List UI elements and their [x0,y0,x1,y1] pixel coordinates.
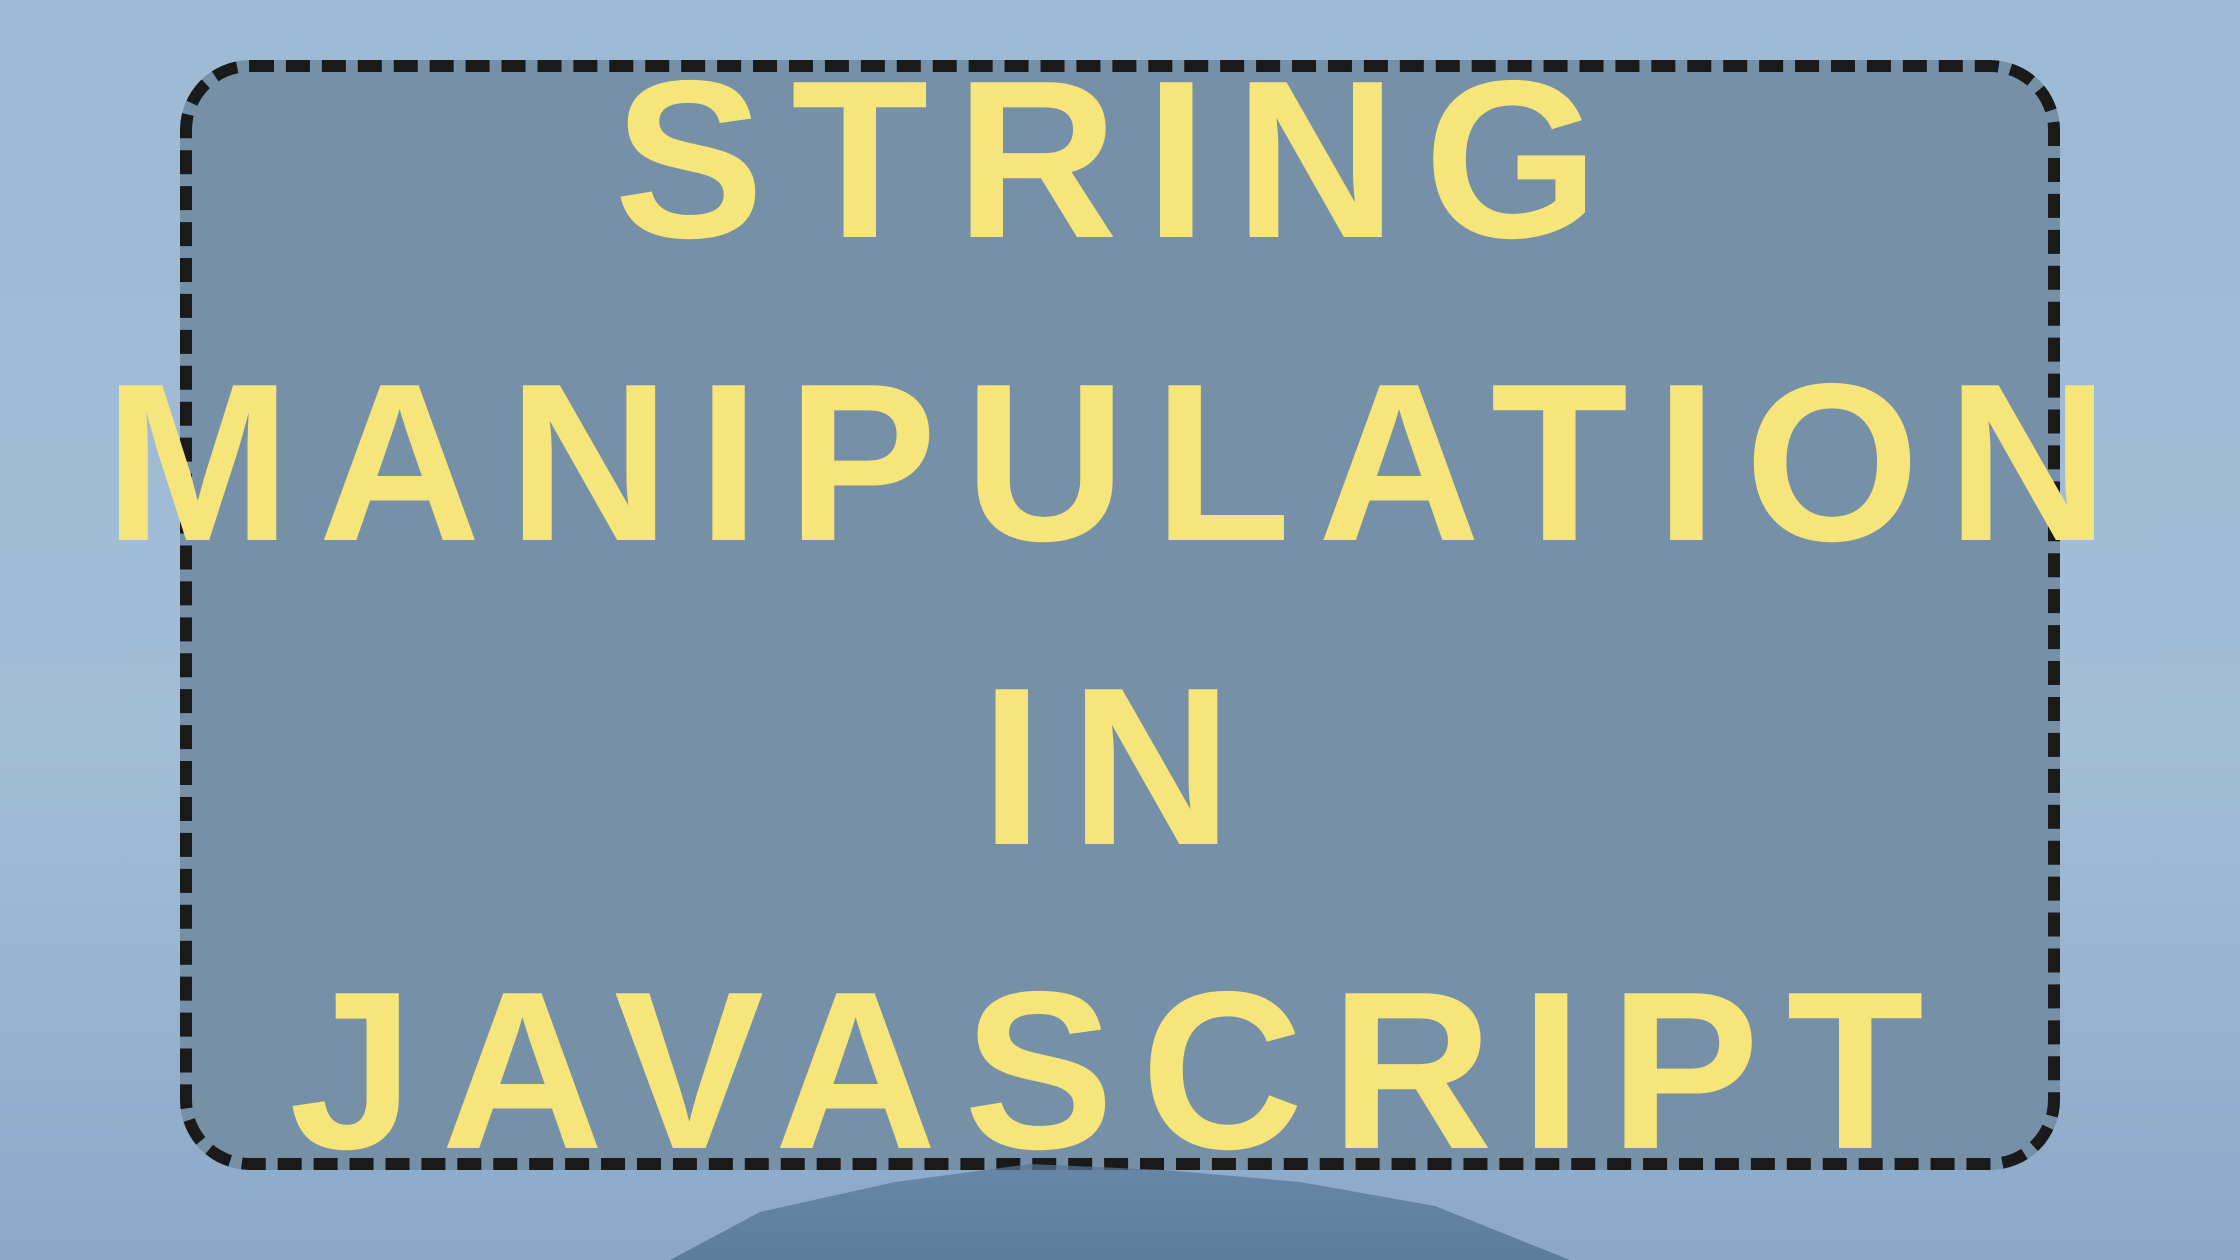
title-card: STRING MANIPULATION IN JAVASCRIPT [180,60,2060,1170]
card-title: STRING MANIPULATION IN JAVASCRIPT [104,8,2136,1223]
